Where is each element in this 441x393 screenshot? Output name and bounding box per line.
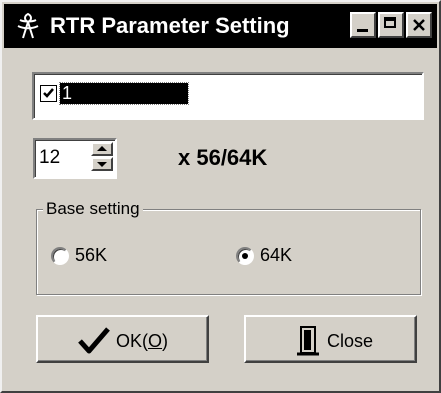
maximize-icon[interactable] [378,12,404,38]
radio-56k[interactable] [51,247,69,265]
group-label: Base setting [43,198,143,220]
minimize-icon[interactable] [350,12,376,38]
close-icon[interactable] [406,12,432,38]
multiplier-spinner[interactable]: 12 [33,138,117,179]
base-setting-group: Base setting 56K 64K [36,198,421,295]
list-item-checkbox[interactable] [40,85,57,102]
close-button[interactable]: Close [244,315,417,363]
channel-list[interactable]: 1 [32,72,424,120]
title-bar[interactable]: RTR Parameter Setting [4,4,437,48]
unit-label: x 56/64K [178,145,268,170]
door-exit-icon [295,325,321,362]
radio-64k[interactable] [236,247,254,265]
dialog-window: RTR Parameter Setting 1 12 x 56/64K Base… [0,0,441,393]
window-title: RTR Parameter Setting [50,13,290,38]
checkmark-icon [78,325,110,360]
ok-button-label: OK(O) [116,331,169,351]
spin-down-icon[interactable] [91,157,113,171]
ok-button[interactable]: OK(O) [36,315,209,363]
radio-64k-label[interactable]: 64K [260,244,292,266]
radio-56k-label[interactable]: 56K [75,244,107,266]
list-item-label[interactable]: 1 [59,82,189,105]
spin-up-icon[interactable] [91,142,113,156]
spinner-buttons [91,142,113,171]
multiplier-value[interactable]: 12 [39,147,60,169]
close-button-label: Close [327,331,374,351]
rtr-antenna-icon [14,12,42,40]
